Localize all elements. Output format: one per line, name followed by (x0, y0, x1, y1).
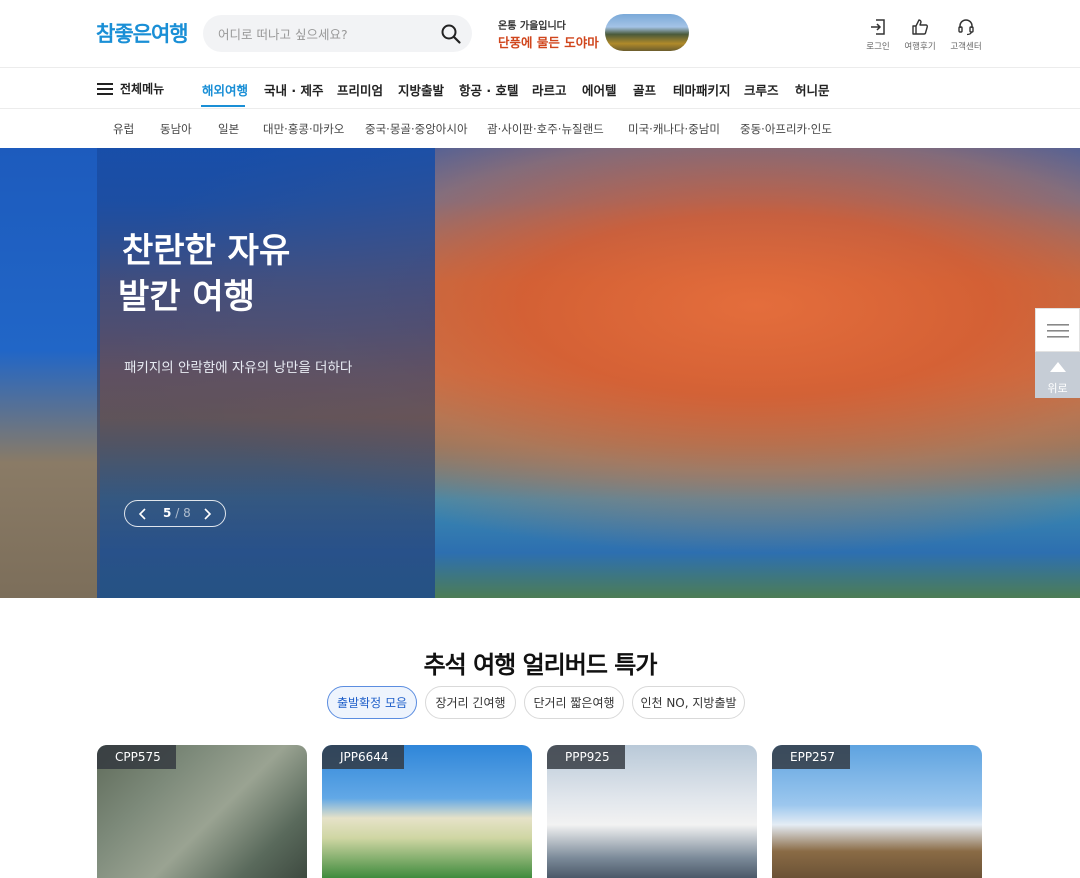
subnav-item-middle-east-africa-india[interactable]: 중동·아프리카·인도 (740, 121, 832, 137)
subnav-item-southeast-asia[interactable]: 동남아 (160, 121, 192, 137)
slide-current: 5 (163, 506, 172, 520)
hero-title-line2: 발칸 여행 (118, 277, 255, 317)
login-button[interactable]: 로그인 (858, 17, 898, 52)
product-code: CPP575 (97, 745, 176, 769)
search-input[interactable] (218, 24, 433, 44)
gnb-item-domestic[interactable]: 국내 · 제주 (264, 80, 323, 99)
gnb-item-theme[interactable]: 테마패키지 (673, 80, 731, 99)
hero-description: 패키지의 안락함에 자유의 낭만을 더하다 (124, 360, 353, 376)
all-menu-button[interactable]: 전체메뉴 (97, 80, 164, 97)
main-nav: 전체메뉴 해외여행 국내 · 제주 프리미엄 지방출발 항공 · 호텔 라르고 … (0, 68, 1080, 109)
subnav-item-americas[interactable]: 미국·캐나다·중남미 (628, 121, 720, 137)
thumbs-up-icon (912, 19, 928, 35)
gnb-item-premium[interactable]: 프리미엄 (337, 80, 383, 99)
all-menu-label: 전체메뉴 (120, 82, 165, 96)
product-code: EPP257 (772, 745, 850, 769)
product-card[interactable]: JPP6644 (322, 745, 532, 878)
hero-banner[interactable]: 찬란한 자유 발칸 여행 패키지의 안락함에 자유의 낭만을 더하다 5 / 8 (0, 148, 1080, 598)
slide-controls: 5 / 8 (124, 500, 226, 527)
hero-title: 찬란한 자유 발칸 여행 (118, 228, 291, 320)
product-card[interactable]: CPP575 (97, 745, 307, 878)
hero-title-line1: 찬란한 자유 (122, 231, 291, 271)
product-card[interactable]: EPP257 (772, 745, 982, 878)
arrow-up-icon (1049, 362, 1066, 372)
chevron-left-icon[interactable] (135, 506, 151, 522)
subnav-item-guam-saipan-au-nz[interactable]: 괌·사이판·호주·뉴질랜드 (487, 121, 604, 137)
subnav-item-japan[interactable]: 일본 (218, 121, 239, 137)
promo-title: 단풍에 물든 도야마 (498, 35, 599, 50)
chip-confirmed[interactable]: 출발확정 모음 (327, 686, 417, 719)
promo-subtitle: 온통 가을입니다 (498, 21, 566, 32)
side-menu-button[interactable] (1035, 308, 1080, 352)
gnb-item-overseas[interactable]: 해외여행 (202, 80, 248, 99)
headset-icon (958, 19, 974, 36)
gnb-item-golf[interactable]: 골프 (633, 80, 656, 99)
slide-counter: 5 / 8 (163, 506, 191, 520)
chip-short-haul[interactable]: 단거리 짧은여행 (524, 686, 624, 719)
subnav-item-taiwan-hk-macau[interactable]: 대만·홍콩·마카오 (263, 121, 344, 137)
customer-center-label: 고객센터 (950, 42, 982, 52)
login-icon (871, 19, 885, 35)
search-icon[interactable] (440, 23, 462, 45)
subnav-item-china-mongolia[interactable]: 중국·몽골·중앙아시아 (365, 121, 468, 137)
gnb-item-cruise[interactable]: 크루즈 (744, 80, 779, 99)
menu-lines-icon (1047, 324, 1069, 338)
site-logo[interactable]: 참좋은여행 (96, 18, 189, 48)
slide-separator: / (175, 506, 180, 520)
scroll-top-label: 위로 (1047, 382, 1068, 395)
gnb-item-air-hotel[interactable]: 항공 · 호텔 (459, 80, 518, 99)
sub-nav: 유럽 동남아 일본 대만·홍콩·마카오 중국·몽골·중앙아시아 괌·사이판·호주… (0, 109, 1080, 148)
product-code: JPP6644 (322, 745, 404, 769)
search-bar (203, 15, 472, 52)
gnb-item-largo[interactable]: 라르고 (532, 80, 567, 99)
section-title: 추석 여행 얼리버드 특가 (423, 651, 658, 679)
promo-banner[interactable]: 온통 가을입니다 단풍에 물든 도야마 (498, 14, 692, 52)
customer-center-button[interactable]: 고객센터 (946, 17, 986, 52)
reviews-button[interactable]: 여행후기 (900, 17, 940, 52)
active-tab-indicator (201, 105, 245, 107)
subnav-item-europe[interactable]: 유럽 (113, 121, 134, 137)
chip-long-haul[interactable]: 장거리 긴여행 (425, 686, 516, 719)
hero-image-left (0, 148, 100, 598)
header: 참좋은여행 온통 가을입니다 단풍에 물든 도야마 로그인 여행후기 고객센터 (0, 0, 1080, 68)
promo-image (605, 14, 689, 51)
chevron-right-icon[interactable] (199, 506, 215, 522)
product-card[interactable]: PPP925 (547, 745, 757, 878)
reviews-label: 여행후기 (904, 42, 936, 52)
gnb-item-regional[interactable]: 지방출발 (398, 80, 444, 99)
scroll-top-button[interactable]: 위로 (1035, 352, 1080, 398)
hamburger-icon (97, 82, 113, 95)
gnb-item-airtel[interactable]: 에어텔 (582, 80, 617, 99)
chip-regional-departure[interactable]: 인천 NO, 지방출발 (632, 686, 745, 719)
login-label: 로그인 (866, 42, 890, 52)
product-code: PPP925 (547, 745, 625, 769)
gnb-item-honeymoon[interactable]: 허니문 (795, 80, 830, 99)
slide-total: 8 (183, 506, 191, 520)
